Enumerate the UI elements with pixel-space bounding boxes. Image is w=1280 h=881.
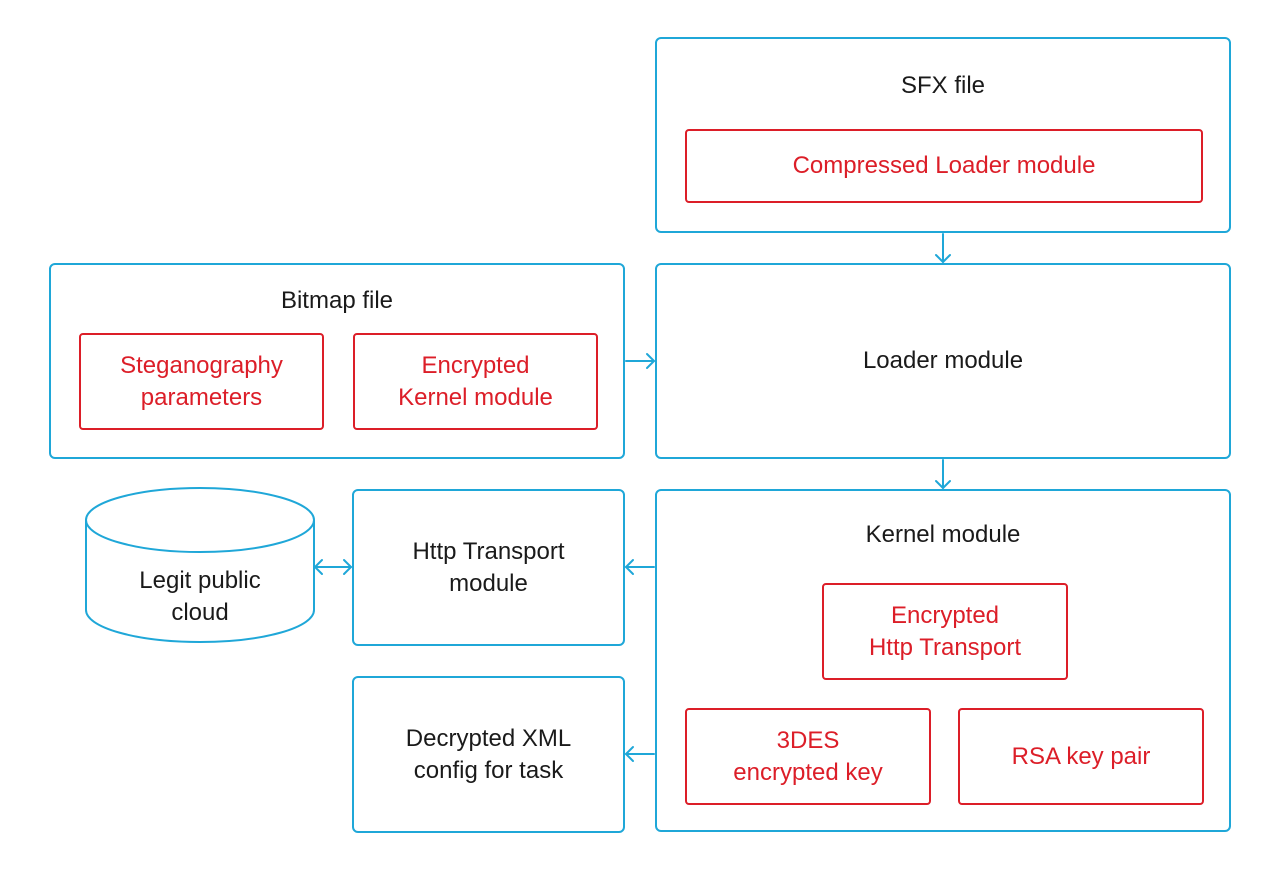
edge-loader-to-kernel: [935, 459, 951, 489]
kernel-module-label: Kernel module: [865, 521, 1021, 548]
sfx-file-label: SFX file: [900, 72, 986, 99]
edge-sfx-to-loader: [935, 233, 951, 263]
encrypted-http-transport-label: Encrypted Http Transport: [868, 601, 1022, 661]
edge-cloud-http-bidirectional: [314, 559, 352, 575]
http-transport-node: Http Transport module: [352, 489, 625, 646]
3des-key-node: 3DES encrypted key: [685, 708, 931, 805]
kernel-module-node: Kernel module Encrypted Http Transport 3…: [655, 489, 1231, 832]
decrypted-xml-node: Decrypted XML config for task: [352, 676, 625, 833]
bitmap-file-label: Bitmap file: [280, 287, 394, 314]
decrypted-xml-label: Decrypted XML config for task: [405, 724, 572, 784]
3des-key-label: 3DES encrypted key: [733, 726, 883, 786]
encrypted-kernel-label: Encrypted Kernel module: [398, 351, 553, 411]
public-cloud-label: Legit public cloud: [139, 567, 261, 626]
rsa-key-pair-node: RSA key pair: [958, 708, 1204, 805]
edge-kernel-to-decrypted-xml: [625, 746, 655, 762]
edge-kernel-to-http-transport: [625, 559, 655, 575]
compressed-loader-node: Compressed Loader module: [685, 129, 1203, 203]
loader-module-label: Loader module: [862, 347, 1024, 374]
encrypted-kernel-node: Encrypted Kernel module: [353, 333, 598, 430]
bitmap-file-node: Bitmap file Steganography parameters Enc…: [49, 263, 625, 459]
edge-bitmap-to-loader: [625, 353, 655, 369]
http-transport-label: Http Transport module: [412, 537, 565, 597]
compressed-loader-label: Compressed Loader module: [792, 152, 1096, 179]
rsa-key-pair-label: RSA key pair: [1011, 742, 1151, 770]
steganography-label: Steganography parameters: [120, 351, 283, 411]
sfx-file-node: SFX file Compressed Loader module: [655, 37, 1231, 233]
loader-module-node: Loader module: [655, 263, 1231, 459]
steganography-node: Steganography parameters: [79, 333, 324, 430]
encrypted-http-transport-node: Encrypted Http Transport: [822, 583, 1068, 680]
